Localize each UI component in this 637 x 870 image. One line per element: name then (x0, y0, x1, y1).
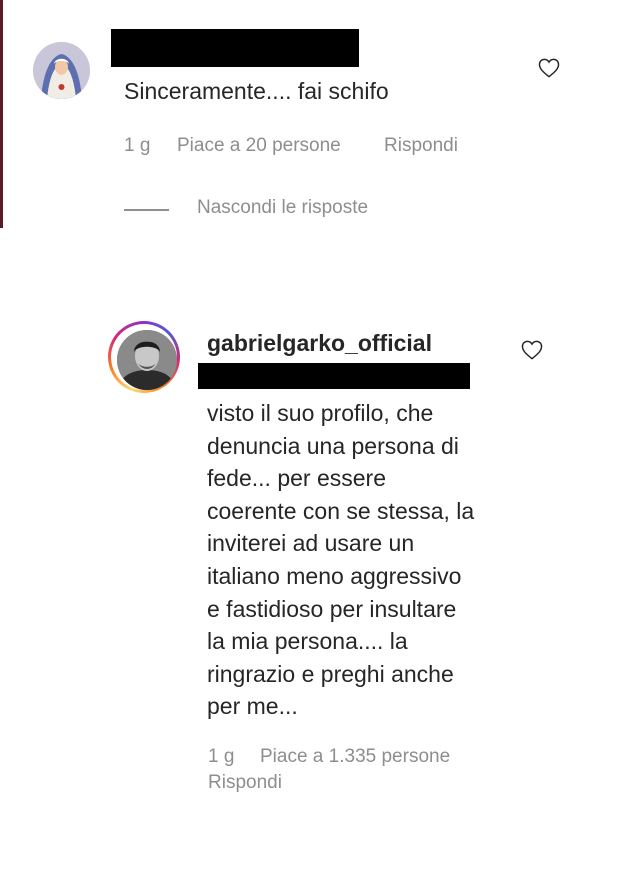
likes-count-link[interactable]: Piace a 20 persone (177, 135, 341, 157)
replies-divider-line (124, 209, 169, 211)
comment-username[interactable]: gabrielgarko_official (207, 330, 432, 357)
story-ring-avatar[interactable] (108, 321, 180, 393)
left-edge-bar (0, 0, 3, 228)
madonna-image (33, 42, 90, 99)
comment-text: visto il suo profilo, che denuncia una p… (207, 400, 475, 720)
comment-time: 1 g (124, 135, 151, 156)
commenter-avatar[interactable] (33, 42, 90, 99)
redacted-mention (198, 363, 470, 389)
reply-button[interactable]: Rispondi (384, 135, 458, 157)
redacted-username (111, 29, 359, 67)
comment-text: Sinceramente.... fai schifo (124, 78, 389, 104)
likes-count-link[interactable]: Piace a 1.335 persone (260, 746, 450, 768)
reply-button[interactable]: Rispondi (208, 772, 282, 794)
hide-replies-button[interactable]: Nascondi le risposte (197, 197, 368, 219)
comment-time: 1 g (208, 746, 235, 767)
heart-outline-icon[interactable] (521, 340, 543, 360)
heart-outline-icon[interactable] (538, 58, 560, 78)
profile-photo (117, 330, 177, 390)
